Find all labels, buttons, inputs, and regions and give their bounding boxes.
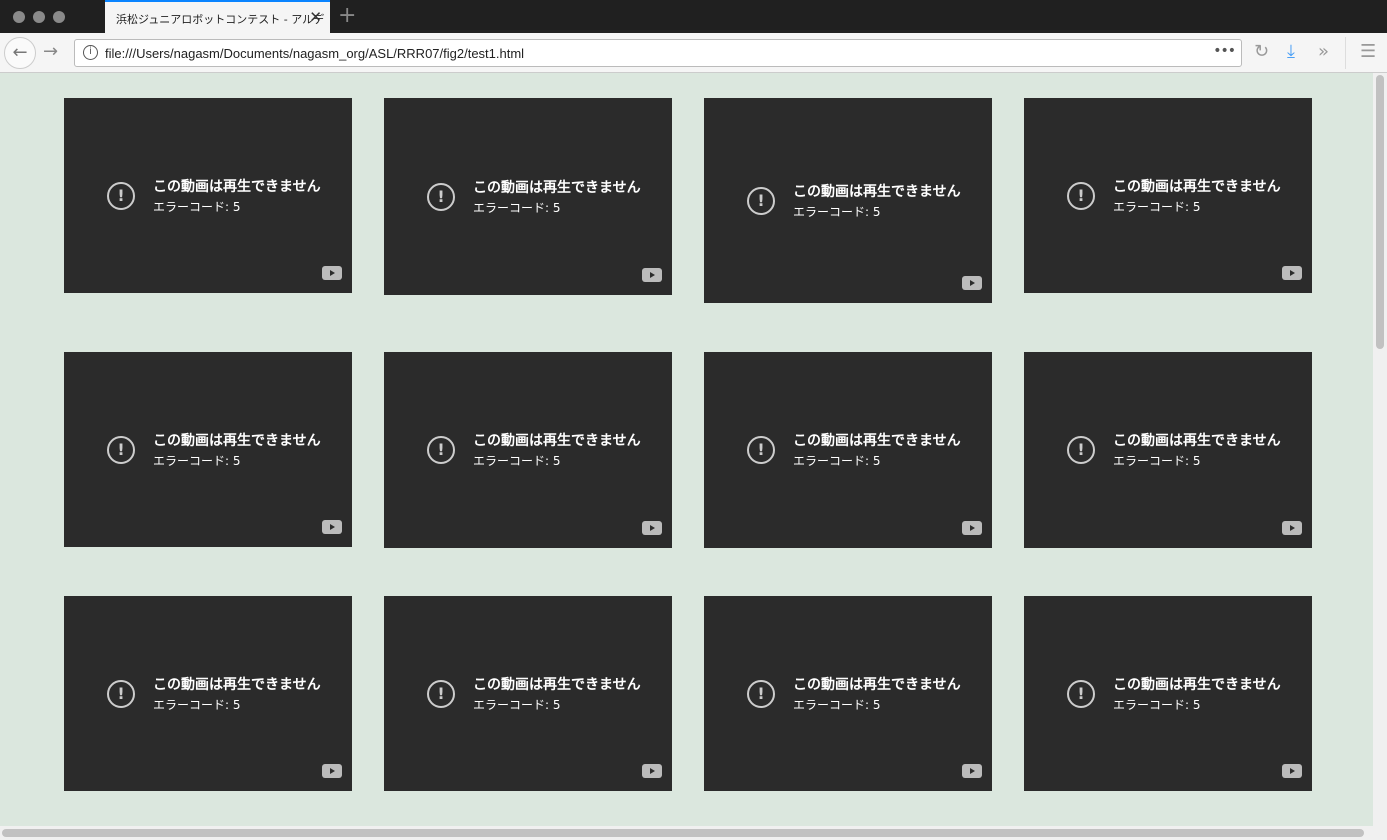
error-title: この動画は再生できません — [1113, 676, 1281, 693]
tab-active[interactable]: 浜松ジュニアロボットコンテスト - アルデ ✕ — [105, 0, 330, 33]
error-icon: ! — [427, 679, 455, 708]
error-message: ! この動画は再生できません エラーコード: 5 — [384, 430, 672, 470]
error-code: エラーコード: 5 — [153, 199, 241, 214]
info-icon[interactable]: i — [83, 45, 98, 60]
error-code: エラーコード: 5 — [793, 204, 881, 219]
tab-bar: 浜松ジュニアロボットコンテスト - アルデ ✕ + — [0, 0, 1387, 33]
error-icon: ! — [747, 679, 775, 708]
error-message: ! この動画は再生できません エラーコード: 5 — [704, 674, 992, 714]
error-message: ! この動画は再生できません エラーコード: 5 — [64, 176, 352, 216]
vertical-scroll-thumb[interactable] — [1376, 75, 1384, 349]
nav-bar: ← → i file:///Users/nagasm/Documents/nag… — [0, 33, 1387, 73]
youtube-icon[interactable] — [642, 521, 662, 535]
error-code: エラーコード: 5 — [153, 453, 241, 468]
error-icon: ! — [747, 436, 775, 464]
error-message: ! この動画は再生できません エラーコード: 5 — [64, 674, 352, 714]
error-icon: ! — [1067, 679, 1095, 708]
error-title: この動画は再生できません — [153, 676, 321, 693]
error-icon: ! — [747, 186, 775, 215]
video-embed[interactable]: ! この動画は再生できません エラーコード: 5 — [1024, 98, 1312, 293]
horizontal-scrollbar[interactable] — [0, 826, 1387, 840]
error-icon: ! — [107, 181, 135, 210]
reload-icon[interactable]: ↻ — [1254, 41, 1269, 62]
youtube-icon[interactable] — [322, 520, 342, 534]
vertical-scrollbar[interactable] — [1373, 73, 1387, 826]
error-icon: ! — [427, 182, 455, 211]
close-tab-icon[interactable]: ✕ — [309, 8, 322, 26]
new-tab-button[interactable]: + — [338, 3, 356, 28]
video-embed[interactable]: ! この動画は再生できません エラーコード: 5 — [384, 596, 672, 791]
youtube-icon[interactable] — [962, 521, 982, 535]
download-icon[interactable]: ⤓ — [1287, 41, 1295, 62]
close-window-button[interactable] — [13, 11, 25, 23]
error-title: この動画は再生できません — [793, 433, 961, 449]
error-title: この動画は再生できません — [473, 179, 641, 196]
error-message: ! この動画は再生できません エラーコード: 5 — [384, 674, 672, 714]
youtube-icon[interactable] — [642, 764, 662, 778]
youtube-icon[interactable] — [962, 764, 982, 778]
url-bar[interactable]: i file:///Users/nagasm/Documents/nagasm_… — [74, 39, 1242, 67]
error-message: ! この動画は再生できません エラーコード: 5 — [1024, 674, 1312, 714]
overflow-chevron-icon[interactable]: » — [1318, 41, 1329, 62]
error-code: エラーコード: 5 — [1113, 697, 1201, 712]
error-code: エラーコード: 5 — [153, 697, 241, 712]
youtube-icon[interactable] — [322, 764, 342, 778]
error-title: この動画は再生できません — [1113, 433, 1281, 449]
video-embed[interactable]: ! この動画は再生できません エラーコード: 5 — [704, 596, 992, 791]
menu-icon[interactable]: ☰ — [1360, 41, 1376, 62]
back-button[interactable]: ← — [4, 37, 36, 69]
error-title: この動画は再生できません — [153, 178, 321, 195]
error-icon: ! — [427, 436, 455, 464]
error-code: エラーコード: 5 — [793, 454, 881, 468]
youtube-icon[interactable] — [1282, 764, 1302, 778]
youtube-icon[interactable] — [962, 276, 982, 290]
error-code: エラーコード: 5 — [1113, 454, 1201, 468]
error-title: この動画は再生できません — [473, 433, 641, 449]
video-embed[interactable]: ! この動画は再生できません エラーコード: 5 — [64, 98, 352, 293]
video-embed[interactable]: ! この動画は再生できません エラーコード: 5 — [384, 98, 672, 295]
error-icon: ! — [1067, 181, 1095, 210]
error-icon: ! — [107, 679, 135, 708]
url-text[interactable]: file:///Users/nagasm/Documents/nagasm_or… — [105, 46, 524, 61]
video-embed[interactable]: ! この動画は再生できません エラーコード: 5 — [1024, 596, 1312, 791]
video-embed[interactable]: ! この動画は再生できません エラーコード: 5 — [1024, 352, 1312, 548]
error-message: ! この動画は再生できません エラーコード: 5 — [1024, 430, 1312, 470]
error-icon: ! — [1067, 436, 1095, 464]
error-title: この動画は再生できません — [473, 676, 641, 693]
error-code: エラーコード: 5 — [473, 200, 561, 215]
error-message: ! この動画は再生できません エラーコード: 5 — [704, 181, 992, 221]
error-code: エラーコード: 5 — [793, 697, 881, 712]
video-embed[interactable]: ! この動画は再生できません エラーコード: 5 — [384, 352, 672, 548]
error-message: ! この動画は再生できません エラーコード: 5 — [704, 430, 992, 470]
video-embed[interactable]: ! この動画は再生できません エラーコード: 5 — [704, 352, 992, 548]
minimize-window-button[interactable] — [33, 11, 45, 23]
error-code: エラーコード: 5 — [473, 697, 561, 712]
tab-title: 浜松ジュニアロボットコンテスト - アルデ — [116, 13, 325, 26]
video-embed[interactable]: ! この動画は再生できません エラーコード: 5 — [64, 352, 352, 547]
youtube-icon[interactable] — [1282, 521, 1302, 535]
zoom-window-button[interactable] — [53, 11, 65, 23]
error-title: この動画は再生できません — [153, 432, 321, 449]
error-message: ! この動画は再生できません エラーコード: 5 — [64, 430, 352, 470]
error-icon: ! — [107, 435, 135, 464]
error-title: この動画は再生できません — [1113, 178, 1281, 195]
error-message: ! この動画は再生できません エラーコード: 5 — [1024, 176, 1312, 216]
horizontal-scroll-thumb[interactable] — [2, 829, 1364, 837]
youtube-icon[interactable] — [322, 266, 342, 280]
page-actions-icon[interactable]: ••• — [1213, 43, 1236, 59]
error-title: この動画は再生できません — [793, 183, 961, 200]
error-title: この動画は再生できません — [793, 676, 961, 693]
error-code: エラーコード: 5 — [473, 454, 561, 468]
error-message: ! この動画は再生できません エラーコード: 5 — [384, 177, 672, 217]
video-embed[interactable]: ! この動画は再生できません エラーコード: 5 — [64, 596, 352, 791]
youtube-icon[interactable] — [1282, 266, 1302, 280]
youtube-icon[interactable] — [642, 268, 662, 282]
divider — [1345, 37, 1346, 69]
error-code: エラーコード: 5 — [1113, 199, 1201, 214]
forward-button[interactable]: → — [43, 41, 58, 62]
video-embed[interactable]: ! この動画は再生できません エラーコード: 5 — [704, 98, 992, 303]
